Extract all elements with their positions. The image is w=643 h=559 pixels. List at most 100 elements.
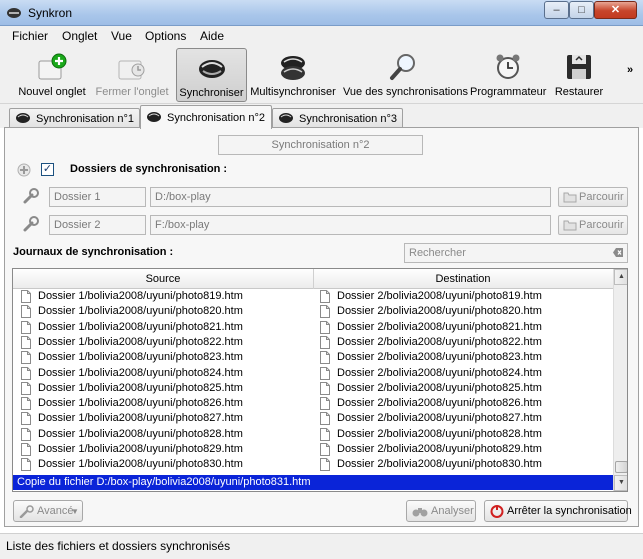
folder-icon: [563, 192, 577, 203]
sync-view-button[interactable]: Vue des synchronisations: [343, 48, 468, 102]
file-icon: [320, 427, 330, 441]
toolbar: Nouvel onglet Fermer l'onglet Synchronis…: [0, 46, 643, 104]
logs-title: Journaux de synchronisation :: [13, 246, 174, 258]
tab-sync-1[interactable]: Synchronisation n°1: [9, 108, 140, 128]
table-row[interactable]: Dossier 1/bolivia2008/uyuni/photo830.htm…: [13, 457, 613, 472]
file-icon: [320, 458, 330, 472]
scroll-up-arrow[interactable]: ▲: [614, 269, 627, 285]
folder-1-name[interactable]: Dossier 1: [49, 187, 146, 207]
table-row[interactable]: Dossier 1/bolivia2008/uyuni/photo826.htm…: [13, 396, 613, 411]
table-row[interactable]: Dossier 1/bolivia2008/uyuni/photo829.htm…: [13, 442, 613, 457]
browse-folder-1-button[interactable]: Parcourir: [558, 187, 628, 207]
menu-onglet[interactable]: Onglet: [62, 29, 97, 43]
multisync-label: Multisynchroniser: [250, 86, 336, 98]
tab-sync-1-label: Synchronisation n°1: [36, 113, 134, 125]
source-cell: Dossier 1/bolivia2008/uyuni/photo822.htm: [38, 335, 243, 348]
scroll-down-arrow[interactable]: ▼: [614, 475, 627, 491]
file-icon: [21, 290, 31, 303]
table-row[interactable]: Dossier 1/bolivia2008/uyuni/photo821.htm…: [13, 320, 613, 335]
file-icon: [21, 320, 31, 334]
scroll-thumb[interactable]: [615, 461, 627, 473]
file-icon: [320, 290, 330, 303]
file-icon: [21, 397, 31, 411]
column-destination[interactable]: Destination: [313, 273, 613, 285]
status-bar: Liste des fichiers et dossiers synchroni…: [0, 533, 643, 559]
multisync-button[interactable]: Multisynchroniser: [250, 48, 336, 102]
tab-sync-2[interactable]: Synchronisation n°2: [140, 105, 272, 129]
maximize-button[interactable]: □: [569, 1, 594, 19]
wrench-icon[interactable]: [22, 215, 40, 233]
source-cell: Dossier 1/bolivia2008/uyuni/photo825.htm: [38, 381, 243, 394]
source-cell: Dossier 1/bolivia2008/uyuni/photo824.htm: [38, 366, 243, 379]
alarm-clock-icon: [496, 54, 520, 79]
stop-sync-label: Arrêter la synchronisation: [507, 505, 632, 517]
search-input[interactable]: Rechercher: [404, 243, 628, 263]
folders-checkbox[interactable]: ✓: [41, 163, 54, 176]
vertical-scrollbar[interactable]: ▲ ▼: [613, 269, 627, 491]
file-icon: [320, 366, 330, 380]
tab-sync-3[interactable]: Synchronisation n°3: [272, 108, 403, 128]
menu-vue[interactable]: Vue: [111, 29, 132, 43]
menu-options[interactable]: Options: [145, 29, 186, 43]
minimize-button[interactable]: –: [544, 1, 569, 19]
folder-2-name[interactable]: Dossier 2: [49, 215, 146, 235]
destination-cell: Dossier 2/bolivia2008/uyuni/photo827.htm: [337, 412, 542, 425]
current-copy-row[interactable]: Copie du fichier D:/box-play/bolivia2008…: [13, 475, 613, 490]
close-tab-icon: [118, 60, 145, 80]
analyze-button[interactable]: Analyser: [406, 500, 476, 522]
scheduler-label: Programmateur: [470, 86, 547, 98]
source-cell: Dossier 1/bolivia2008/uyuni/photo829.htm: [38, 443, 243, 455]
sync-tab-icon: [16, 113, 30, 123]
scheduler-button[interactable]: Programmateur: [470, 48, 546, 102]
source-cell: Dossier 1/bolivia2008/uyuni/photo819.htm: [38, 290, 243, 302]
add-folder-icon[interactable]: [17, 163, 31, 177]
destination-cell: Dossier 2/bolivia2008/uyuni/photo821.htm: [337, 320, 542, 333]
file-icon: [320, 351, 330, 365]
title-bar: Synkron – □ ✕: [0, 0, 643, 26]
destination-cell: Dossier 2/bolivia2008/uyuni/photo830.htm: [337, 458, 542, 471]
browse-folder-2-button[interactable]: Parcourir: [558, 215, 628, 235]
folder-2-path[interactable]: F:/box-play: [150, 215, 551, 235]
menu-aide[interactable]: Aide: [200, 29, 224, 43]
table-row[interactable]: Dossier 1/bolivia2008/uyuni/photo820.htm…: [13, 304, 613, 319]
sync-tab-icon: [279, 113, 293, 123]
clear-search-icon[interactable]: [612, 247, 624, 258]
restore-button[interactable]: Restaurer: [552, 48, 606, 102]
folder-1-path[interactable]: D:/box-play: [150, 187, 551, 207]
source-cell: Dossier 1/bolivia2008/uyuni/photo827.htm: [38, 412, 243, 425]
source-cell: Dossier 1/bolivia2008/uyuni/photo830.htm: [38, 458, 243, 471]
browse-label: Parcourir: [579, 191, 624, 203]
file-icon: [21, 305, 31, 319]
synchronize-button[interactable]: Synchroniser: [176, 48, 247, 102]
file-icon: [21, 443, 31, 456]
stop-sync-button[interactable]: Arrêter la synchronisation: [484, 500, 632, 522]
toolbar-overflow-button[interactable]: »: [627, 64, 633, 76]
file-icon: [320, 397, 330, 411]
file-icon: [21, 458, 31, 472]
destination-cell: Dossier 2/bolivia2008/uyuni/photo825.htm: [337, 381, 542, 394]
destination-cell: Dossier 2/bolivia2008/uyuni/photo819.htm: [337, 290, 542, 302]
restore-label: Restaurer: [554, 86, 604, 98]
stop-icon: [490, 505, 504, 518]
advanced-button[interactable]: Avancé ▼: [13, 500, 83, 522]
close-tab-button[interactable]: Fermer l'onglet: [92, 48, 172, 102]
analyze-label: Analyser: [431, 505, 474, 517]
source-cell: Dossier 1/bolivia2008/uyuni/photo821.htm: [38, 320, 243, 333]
sync-name-field[interactable]: Synchronisation n°2: [218, 135, 423, 155]
table-row[interactable]: Dossier 1/bolivia2008/uyuni/photo819.htm…: [13, 289, 613, 304]
current-copy-text: Copie du fichier D:/box-play/bolivia2008…: [17, 476, 311, 488]
restore-floppy-icon: [567, 55, 591, 79]
table-row[interactable]: Dossier 1/bolivia2008/uyuni/photo824.htm…: [13, 366, 613, 381]
table-row[interactable]: Dossier 1/bolivia2008/uyuni/photo825.htm…: [13, 381, 613, 396]
column-source[interactable]: Source: [13, 273, 313, 285]
table-row[interactable]: Dossier 1/bolivia2008/uyuni/photo822.htm…: [13, 335, 613, 350]
table-row[interactable]: Dossier 1/bolivia2008/uyuni/photo828.htm…: [13, 427, 613, 442]
destination-cell: Dossier 2/bolivia2008/uyuni/photo824.htm: [337, 366, 542, 379]
table-row[interactable]: Dossier 1/bolivia2008/uyuni/photo827.htm…: [13, 411, 613, 426]
new-tab-button[interactable]: Nouvel onglet: [14, 48, 90, 102]
table-row[interactable]: Dossier 1/bolivia2008/uyuni/photo823.htm…: [13, 350, 613, 365]
wrench-icon[interactable]: [22, 187, 40, 205]
file-icon: [21, 366, 31, 380]
menu-fichier[interactable]: Fichier: [12, 29, 48, 43]
close-window-button[interactable]: ✕: [594, 1, 637, 19]
